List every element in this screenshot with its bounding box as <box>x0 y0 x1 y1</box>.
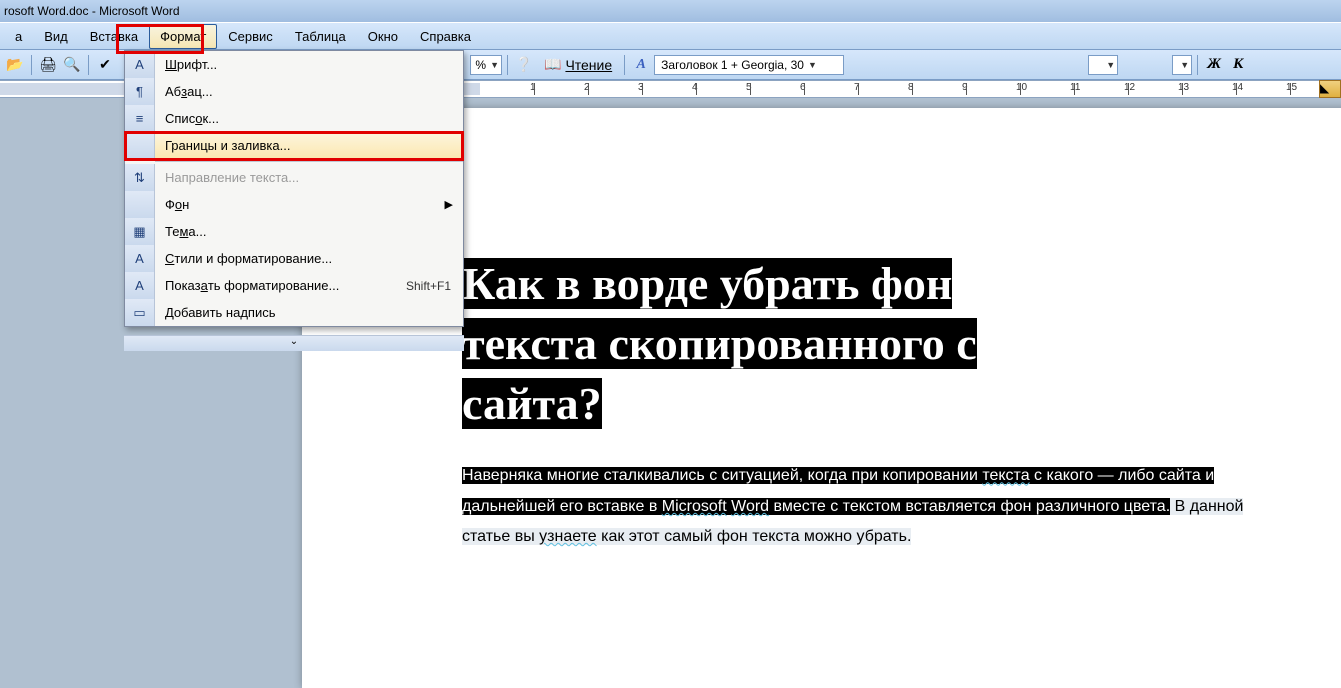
menu-item-3[interactable]: Границы и заливка... <box>125 132 463 159</box>
menu-item-label: Показать форматирование... <box>155 278 406 293</box>
menu-tools[interactable]: Сервис <box>217 24 284 49</box>
book-icon: 📖 <box>544 56 561 73</box>
print-icon[interactable]: 🖨 <box>37 54 59 76</box>
separator <box>507 55 508 75</box>
menu-window[interactable]: Окно <box>357 24 409 49</box>
menu-shortcut: Shift+F1 <box>406 279 463 293</box>
help-icon[interactable]: ❔ <box>513 54 535 76</box>
text-direction-icon: ⇅ <box>125 164 155 191</box>
list-icon: ≡ <box>125 105 155 132</box>
style-combo[interactable]: Заголовок 1 + Georgia, 30▼ <box>654 55 844 75</box>
reveal-format-icon: A <box>125 272 155 299</box>
theme-icon: ▦ <box>125 218 155 245</box>
menu-item-9[interactable]: AПоказать форматирование...Shift+F1 <box>125 272 463 299</box>
document-paragraph[interactable]: Наверняка многие сталкивались с ситуацие… <box>462 461 1312 552</box>
window-title: rosoft Word.doc - Microsoft Word <box>4 4 180 18</box>
paragraph-icon: ¶ <box>125 78 155 105</box>
separator <box>88 55 89 75</box>
menu-item-label: Шрифт... <box>155 57 463 72</box>
menu-file-partial[interactable]: а <box>4 24 33 49</box>
menu-separator <box>155 161 463 162</box>
document-heading[interactable]: Как в ворде убрать фон текста скопирован… <box>462 254 1312 433</box>
menu-help[interactable]: Справка <box>409 24 482 49</box>
font-size-combo[interactable]: ▼ <box>1088 55 1118 75</box>
menu-item-label: Направление текста... <box>155 170 463 185</box>
menu-item-7[interactable]: ▦Тема... <box>125 218 463 245</box>
textbox-icon: ▭ <box>125 299 155 326</box>
styles-icon: A <box>125 245 155 272</box>
menu-item-5: ⇅Направление текста... <box>125 164 463 191</box>
menu-insert[interactable]: Вставка <box>79 24 149 49</box>
reading-button[interactable]: 📖 Чтение <box>537 54 619 76</box>
bold-button[interactable]: Ж <box>1203 54 1225 76</box>
zoom-combo[interactable]: %▼ <box>470 55 502 75</box>
menu-item-label: Добавить надпись <box>155 305 463 320</box>
menu-item-label: Стили и форматирование... <box>155 251 463 266</box>
font-icon: A <box>125 51 155 78</box>
menu-item-label: Тема... <box>155 224 463 239</box>
print-preview-icon[interactable]: 🔍 <box>61 54 83 76</box>
font-combo[interactable]: ▼ <box>1172 55 1192 75</box>
menu-item-10[interactable]: ▭Добавить надпись <box>125 299 463 326</box>
menu-expand-chevron-icon[interactable]: ⌄ <box>124 335 464 351</box>
open-icon[interactable]: 📂 <box>4 54 26 76</box>
format-menu-dropdown: AШрифт...¶Абзац...≡Список...Границы и за… <box>124 50 464 327</box>
menu-item-label: Список... <box>155 111 463 126</box>
menu-item-1[interactable]: ¶Абзац... <box>125 78 463 105</box>
window-titlebar: rosoft Word.doc - Microsoft Word <box>0 0 1341 22</box>
separator <box>624 55 625 75</box>
menu-item-label: Границы и заливка... <box>155 138 462 153</box>
document-content[interactable]: Как в ворде убрать фон текста скопирован… <box>462 254 1312 553</box>
menu-item-6[interactable]: Фон▶ <box>125 191 463 218</box>
menu-item-0[interactable]: AШрифт... <box>125 51 463 78</box>
menubar: а Вид Вставка Формат Сервис Таблица Окно… <box>0 22 1341 50</box>
spellcheck-icon[interactable]: ✔ <box>94 54 116 76</box>
menu-item-2[interactable]: ≡Список... <box>125 105 463 132</box>
menu-view[interactable]: Вид <box>33 24 79 49</box>
submenu-arrow-icon: ▶ <box>445 198 463 211</box>
menu-format[interactable]: Формат <box>149 24 217 49</box>
menu-icon <box>125 191 155 218</box>
ruler-end-marker: ◣ <box>1319 80 1341 98</box>
menu-item-label: Абзац... <box>155 84 463 99</box>
menu-icon <box>125 132 155 159</box>
menu-item-8[interactable]: AСтили и форматирование... <box>125 245 463 272</box>
separator <box>1197 55 1198 75</box>
italic-button[interactable]: К <box>1227 54 1249 76</box>
menu-item-label: Фон <box>155 197 445 212</box>
menu-table[interactable]: Таблица <box>284 24 357 49</box>
separator <box>31 55 32 75</box>
style-icon[interactable]: A <box>630 54 652 76</box>
